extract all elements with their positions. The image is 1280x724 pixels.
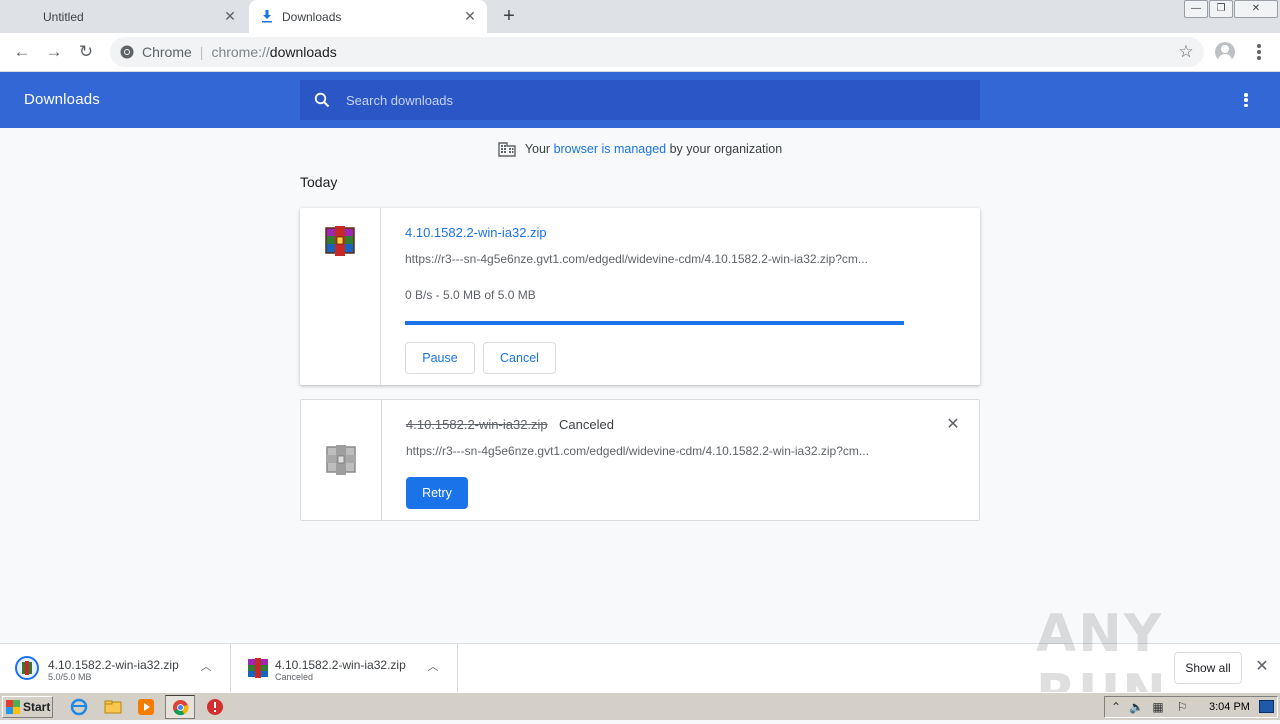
managed-suffix: by your organization: [669, 142, 783, 156]
shelf-file-name: 4.10.1582.2-win-ia32.zip: [48, 658, 179, 672]
new-tab-button[interactable]: +: [499, 6, 519, 26]
archive-icon-disabled: [326, 445, 356, 475]
file-name: 4.10.1582.2-win-ia32.zip: [406, 417, 548, 432]
shelf-file-status: Canceled: [275, 672, 314, 682]
progress-text: 0 B/s - 5.0 MB of 5.0 MB: [405, 288, 536, 302]
system-tray: ⌃ 🔈 ▦ ⚐ 3:04 PM: [1104, 696, 1278, 718]
chrome-icon: [120, 45, 134, 59]
download-details: 4.10.1582.2-win-ia32.zip Canceled https:…: [406, 400, 979, 520]
cancel-button[interactable]: Cancel: [483, 342, 556, 374]
bookmark-star-icon[interactable]: ☆: [1176, 42, 1196, 62]
downloads-header: Downloads: [0, 72, 1280, 128]
internet-explorer-icon[interactable]: [70, 698, 88, 716]
chrome-icon: [172, 699, 189, 716]
chevron-up-icon[interactable]: ︿: [199, 660, 213, 674]
tab-untitled[interactable]: Untitled ✕: [0, 0, 247, 33]
url-scheme: chrome://: [211, 44, 270, 60]
file-icon-column: [301, 400, 382, 520]
reload-icon[interactable]: ↻: [75, 41, 97, 63]
media-player-icon[interactable]: [137, 698, 155, 716]
file-explorer-icon[interactable]: [104, 698, 122, 716]
download-item: 4.10.1582.2-win-ia32.zip Canceled https:…: [300, 399, 980, 521]
clock: 3:04 PM: [1209, 701, 1250, 713]
tab-strip: Untitled ✕ Downloads ✕ + — ❐ ✕: [0, 0, 1280, 33]
show-desktop-icon[interactable]: [1259, 700, 1274, 713]
browser-toolbar: ← → ↻ Chrome | chrome://downloads ☆: [0, 33, 1280, 72]
address-bar[interactable]: Chrome | chrome://downloads: [110, 37, 1204, 67]
search-box[interactable]: [300, 80, 980, 120]
progress-bar: [405, 321, 904, 325]
profile-avatar-icon[interactable]: [1215, 42, 1235, 62]
shelf-file-name: 4.10.1582.2-win-ia32.zip: [275, 658, 406, 672]
volume-icon[interactable]: 🔈: [1129, 700, 1144, 714]
opera-stop-icon[interactable]: [206, 698, 224, 716]
download-icon: [262, 10, 272, 23]
download-item: 4.10.1582.2-win-ia32.zip https://r3---sn…: [300, 208, 980, 385]
building-icon: [498, 142, 516, 157]
close-icon[interactable]: ✕: [463, 9, 477, 23]
retry-button[interactable]: Retry: [406, 477, 468, 509]
shelf-item[interactable]: 4.10.1582.2-win-ia32.zip 5.0/5.0 MB ︿: [0, 644, 231, 693]
source-url[interactable]: https://r3---sn-4g5e6nze.gvt1.com/edgedl…: [406, 444, 906, 458]
search-icon: [314, 92, 330, 108]
start-label: Start: [23, 700, 51, 714]
file-icon-column: [300, 208, 381, 385]
section-label-today: Today: [300, 174, 338, 190]
winrar-archive-icon: [325, 226, 355, 256]
winrar-archive-icon: [248, 658, 268, 678]
tab-label: Downloads: [282, 9, 342, 24]
forward-icon[interactable]: →: [43, 41, 65, 63]
windows-taskbar: Start ⌃ 🔈 ▦ ⚐ 3:04 PM: [0, 692, 1280, 720]
page-title: Downloads: [24, 91, 101, 108]
search-input[interactable]: [344, 91, 924, 109]
download-complete-icon: [15, 656, 39, 680]
omnibox-separator: |: [199, 44, 204, 60]
managed-banner: Your browser is managed by your organiza…: [0, 140, 1280, 158]
tab-downloads[interactable]: Downloads ✕: [249, 0, 487, 33]
tab-label: Untitled: [43, 9, 84, 24]
chevron-up-icon[interactable]: ︿: [426, 660, 440, 674]
url-host: downloads: [269, 44, 337, 60]
chrome-taskbar-button[interactable]: [165, 695, 195, 719]
status-badge: Canceled: [559, 417, 614, 432]
managed-prefix: Your: [524, 142, 551, 156]
remove-from-list-icon[interactable]: ✕: [945, 417, 961, 433]
minimize-icon[interactable]: —: [1184, 0, 1208, 18]
window-controls: — ❐ ✕: [1183, 0, 1278, 18]
window-close-icon[interactable]: ✕: [1234, 0, 1278, 18]
pause-button[interactable]: Pause: [405, 342, 475, 374]
action-center-flag-icon[interactable]: ⚐: [1175, 700, 1189, 714]
origin-chip: Chrome: [142, 44, 192, 60]
tray-expand-icon[interactable]: ⌃: [1109, 700, 1123, 714]
close-icon[interactable]: ✕: [223, 9, 237, 23]
shelf-item[interactable]: 4.10.1582.2-win-ia32.zip Canceled ︿: [231, 644, 458, 693]
downloads-menu-icon[interactable]: [1237, 92, 1255, 108]
source-url[interactable]: https://r3---sn-4g5e6nze.gvt1.com/edgedl…: [405, 252, 905, 266]
windows-logo-icon: [6, 700, 20, 714]
back-icon[interactable]: ←: [11, 41, 33, 63]
download-details: 4.10.1582.2-win-ia32.zip https://r3---sn…: [405, 208, 980, 385]
shelf-file-status: 5.0/5.0 MB: [48, 672, 92, 682]
file-name-link[interactable]: 4.10.1582.2-win-ia32.zip: [405, 225, 547, 240]
restore-icon[interactable]: ❐: [1209, 0, 1233, 18]
network-icon[interactable]: ▦: [1151, 700, 1165, 714]
browser-menu-icon[interactable]: [1250, 43, 1268, 61]
start-button[interactable]: Start: [2, 696, 53, 718]
progress-fill: [405, 321, 904, 325]
managed-link[interactable]: browser is managed: [554, 142, 667, 156]
